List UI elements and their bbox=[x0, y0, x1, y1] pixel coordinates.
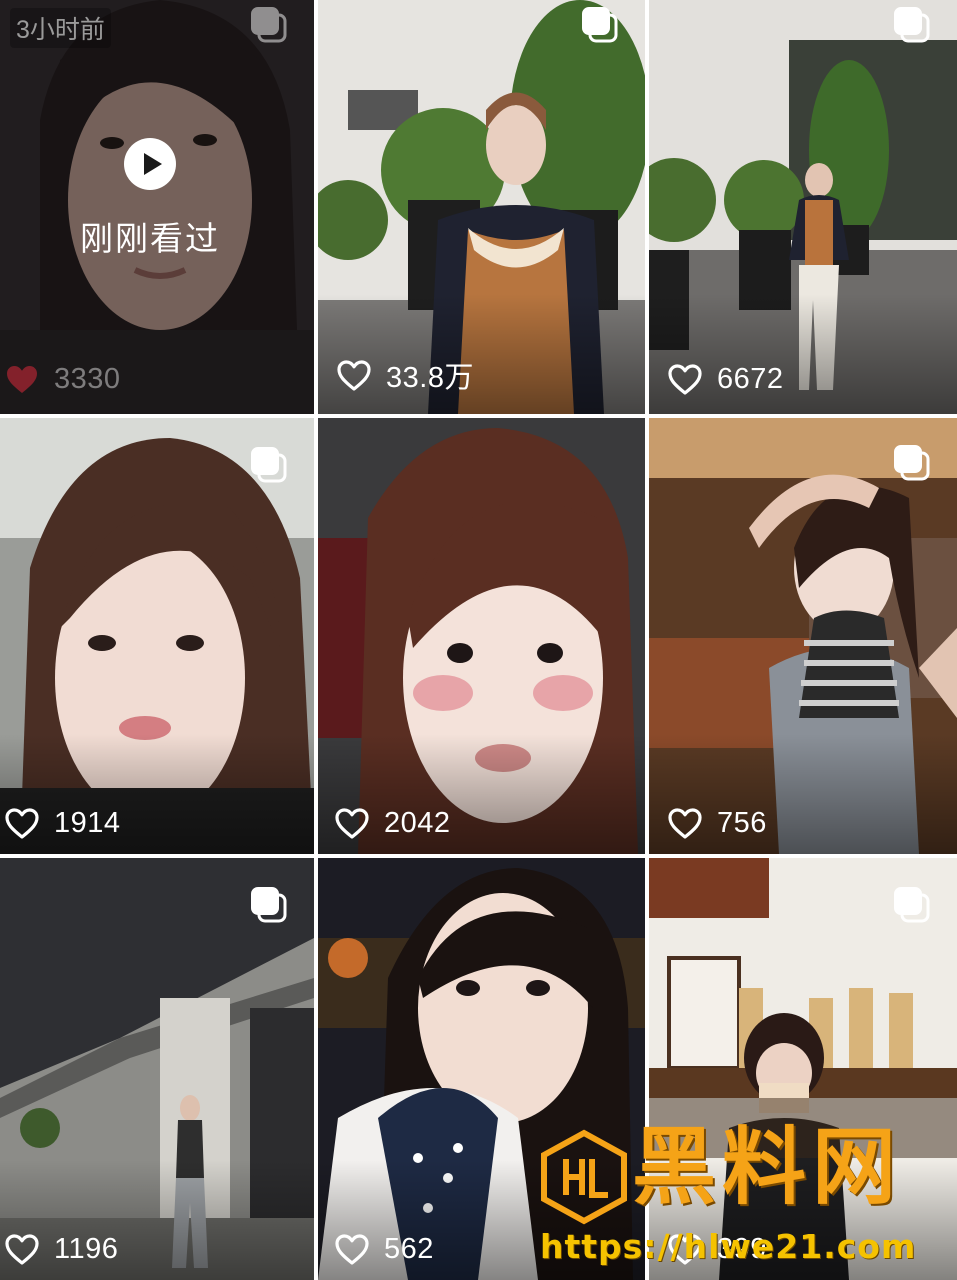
multi-image-icon bbox=[250, 886, 288, 924]
like-count[interactable]: 1196 bbox=[4, 1233, 118, 1266]
like-count[interactable]: 6672 bbox=[667, 363, 784, 396]
post-tile[interactable]: 756 bbox=[649, 418, 957, 854]
like-count-value: 562 bbox=[384, 1233, 434, 1265]
post-tile[interactable]: 1196 bbox=[0, 858, 314, 1280]
like-count[interactable]: 1914 bbox=[4, 807, 121, 840]
like-count-value: 2042 bbox=[384, 807, 451, 839]
like-count[interactable]: 33.8万 bbox=[336, 354, 474, 396]
watermark-title: 黑料网 bbox=[632, 1118, 903, 1216]
multi-image-icon bbox=[581, 6, 619, 44]
multi-image-icon bbox=[893, 6, 931, 44]
watermark-logo-icon bbox=[541, 1129, 627, 1225]
like-count[interactable]: 2042 bbox=[334, 807, 451, 840]
post-tile[interactable]: 33.8万 bbox=[318, 0, 645, 414]
watermark: 黑料网 https://hlwe21.com bbox=[530, 1125, 950, 1280]
bottom-shade bbox=[649, 294, 957, 414]
like-count-value: 33.8万 bbox=[386, 362, 474, 394]
multi-image-icon bbox=[893, 886, 931, 924]
like-count-value: 1196 bbox=[54, 1233, 119, 1265]
like-count-value: 1914 bbox=[54, 807, 121, 839]
heart-outline-icon[interactable] bbox=[336, 359, 372, 392]
heart-filled-icon[interactable] bbox=[4, 363, 40, 396]
post-grid: 3小时前 刚刚看过 3330 33.8万 6672 1914 2042 756 … bbox=[0, 0, 957, 1280]
heart-outline-icon[interactable] bbox=[4, 807, 40, 840]
post-tile[interactable]: 1914 bbox=[0, 418, 314, 854]
time-label: 3小时前 bbox=[10, 8, 111, 48]
post-tile[interactable]: 3小时前 刚刚看过 3330 bbox=[0, 0, 314, 414]
post-tile[interactable]: 6672 bbox=[649, 0, 957, 414]
multi-image-icon bbox=[250, 446, 288, 484]
like-count-value: 3330 bbox=[54, 363, 121, 395]
multi-image-icon bbox=[893, 444, 931, 482]
post-tile[interactable]: 2042 bbox=[318, 418, 645, 854]
recently-viewed-label: 刚刚看过 bbox=[80, 219, 220, 258]
like-count[interactable]: 3330 bbox=[4, 363, 121, 396]
heart-outline-icon[interactable] bbox=[334, 807, 370, 840]
like-count-value: 756 bbox=[717, 807, 767, 839]
heart-outline-icon[interactable] bbox=[667, 807, 703, 840]
heart-outline-icon[interactable] bbox=[334, 1233, 370, 1266]
like-count[interactable]: 756 bbox=[667, 807, 767, 840]
heart-outline-icon[interactable] bbox=[4, 1233, 40, 1266]
heart-outline-icon[interactable] bbox=[667, 363, 703, 396]
play-icon[interactable] bbox=[124, 138, 176, 190]
like-count[interactable]: 562 bbox=[334, 1233, 434, 1266]
like-count-value: 6672 bbox=[717, 363, 784, 395]
viewed-overlay bbox=[0, 0, 314, 414]
watermark-url: https://hlwe21.com bbox=[540, 1227, 917, 1266]
multi-image-icon bbox=[250, 6, 288, 44]
